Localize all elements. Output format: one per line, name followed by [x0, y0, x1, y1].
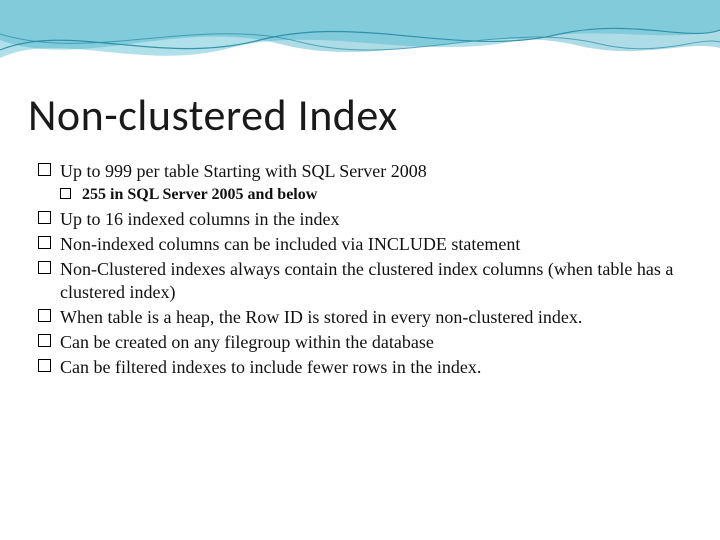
list-item: 255 in SQL Server 2005 and below [60, 185, 690, 205]
slide-body: Up to 999 per table Starting with SQL Se… [38, 158, 690, 381]
list-item: Up to 999 per table Starting with SQL Se… [38, 160, 690, 183]
list-item: Non-Clustered indexes always contain the… [38, 258, 690, 304]
list-item: Can be filtered indexes to include fewer… [38, 356, 690, 379]
slide: Non-clustered Index Up to 999 per table … [0, 0, 720, 540]
list-item: Up to 16 indexed columns in the index [38, 208, 690, 231]
list-item: Non-indexed columns can be included via … [38, 233, 690, 256]
slide-title: Non-clustered Index [28, 88, 398, 142]
wave-decoration [0, 0, 720, 80]
list-item: When table is a heap, the Row ID is stor… [38, 306, 690, 329]
list-item: Can be created on any filegroup within t… [38, 331, 690, 354]
